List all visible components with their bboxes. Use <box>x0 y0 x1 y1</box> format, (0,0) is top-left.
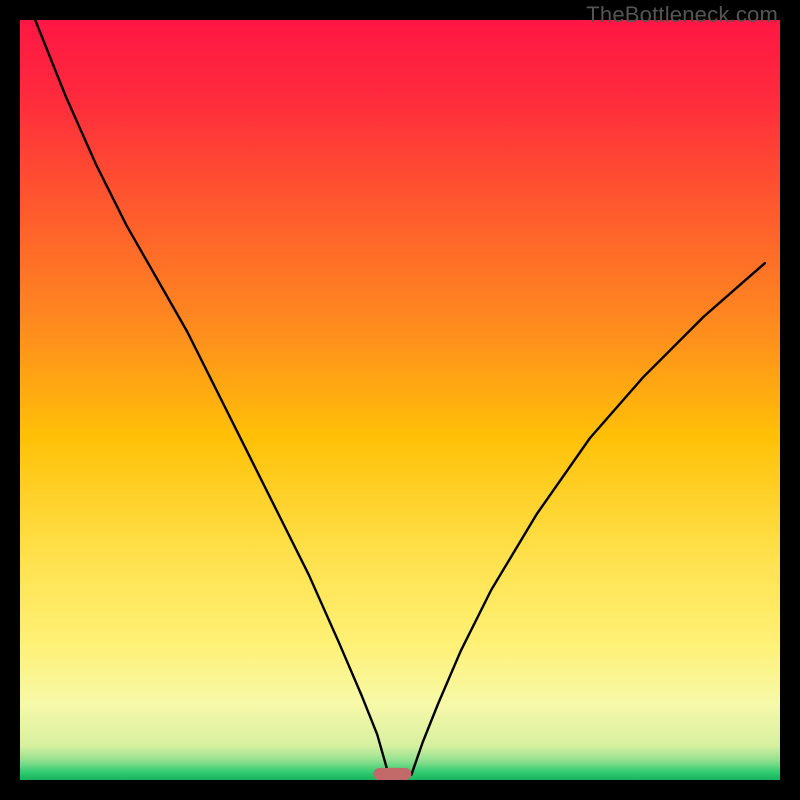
plot-area <box>20 20 780 780</box>
marker-layer <box>373 768 411 780</box>
watermark-text: TheBottleneck.com <box>586 2 778 28</box>
chart-frame: TheBottleneck.com <box>0 0 800 800</box>
optimal-marker <box>373 768 411 780</box>
gradient-background <box>20 20 780 780</box>
bottleneck-chart <box>20 20 780 780</box>
